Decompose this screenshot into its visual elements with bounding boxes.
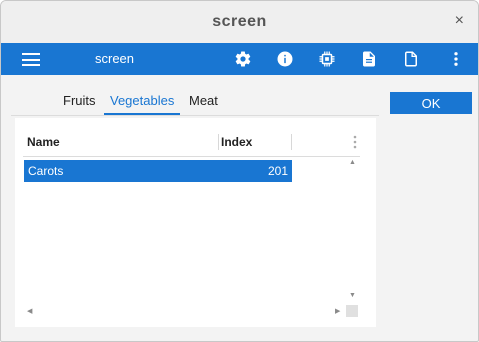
hamburger-menu-icon[interactable]: [22, 53, 40, 66]
vertical-scrollbar[interactable]: ▲ ▼: [346, 159, 358, 300]
tab-fruits[interactable]: Fruits: [57, 91, 102, 113]
scrollbar-corner: [346, 305, 358, 317]
cell-index: 201: [267, 164, 288, 178]
header-divider: [23, 156, 360, 157]
horizontal-scrollbar[interactable]: ◀ ▶: [24, 305, 347, 317]
ok-button[interactable]: OK: [390, 92, 472, 114]
chip-icon[interactable]: [318, 50, 336, 68]
window-title: screen: [212, 13, 267, 30]
scroll-up-icon[interactable]: ▲: [349, 159, 356, 166]
scroll-down-icon[interactable]: ▼: [349, 292, 356, 299]
gear-icon[interactable]: [234, 50, 252, 68]
vegetables-table-panel: Name Index Carots 201 ▲ ▼ ◀ ▶: [15, 118, 376, 327]
title-bar: screen ×: [1, 1, 478, 43]
toolbar-app-label: screen: [95, 51, 135, 66]
document-icon[interactable]: [402, 50, 420, 68]
scroll-right-icon[interactable]: ▶: [335, 307, 340, 315]
close-icon[interactable]: ×: [455, 12, 464, 30]
more-vert-icon[interactable]: [447, 50, 465, 68]
cell-name: Carots: [28, 164, 64, 178]
table-header: Name Index: [15, 132, 376, 154]
scroll-left-icon[interactable]: ◀: [27, 307, 32, 315]
main-content: Fruits Vegetables Meat OK Name Index Car…: [1, 75, 478, 341]
tab-meat[interactable]: Meat: [183, 91, 224, 113]
document-text-icon[interactable]: [360, 50, 378, 68]
app-window: screen × screen Fruits Vegetables Meat O…: [0, 0, 479, 342]
info-icon[interactable]: [276, 50, 294, 68]
table-row[interactable]: Carots 201: [24, 160, 292, 182]
column-divider[interactable]: [291, 134, 292, 150]
toolbar: screen: [1, 43, 478, 75]
tab-divider: [11, 115, 379, 116]
column-header-name[interactable]: Name: [27, 135, 60, 149]
column-header-index[interactable]: Index: [221, 135, 252, 149]
column-menu-icon[interactable]: [353, 134, 357, 150]
column-divider[interactable]: [218, 134, 219, 150]
tab-vegetables[interactable]: Vegetables: [104, 91, 181, 115]
